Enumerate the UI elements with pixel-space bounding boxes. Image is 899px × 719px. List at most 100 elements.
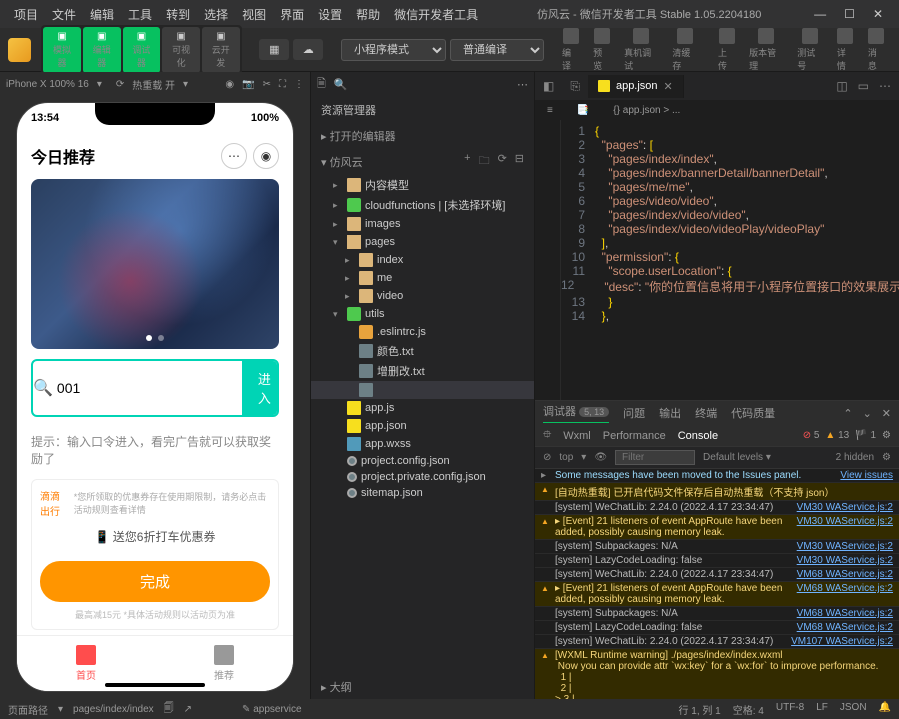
close-panel-icon[interactable]: ✕ [882, 407, 891, 420]
file-explorer: 🗎🔍⋯ 资源管理器 ▸ 打开的编辑器 ▾ 仿风云 +🗀⟳⊟ ▸内容模型▸clou… [310, 72, 535, 699]
new-file-icon[interactable]: + [464, 152, 470, 171]
promo-card: 滴滴出行 *您所领取的优惠券存在使用期限制，请务必点击活动规则查看详情 📱 送您… [31, 479, 279, 630]
code-input[interactable] [53, 361, 242, 415]
project-section[interactable]: ▾ 仿风云 +🗀⟳⊟ [311, 148, 534, 175]
subtab-Wxml[interactable]: Wxml [563, 430, 591, 442]
hot-reload-toggle[interactable]: 热重载 开 [132, 77, 175, 92]
menu-帮助[interactable]: 帮助 [350, 2, 386, 27]
more-icon[interactable]: ⋯ [221, 143, 247, 169]
file-project.private.config.json[interactable]: project.private.config.json [311, 469, 534, 485]
menu-设置[interactable]: 设置 [312, 2, 348, 27]
cloud-btn[interactable]: ☁ [293, 39, 323, 60]
refresh-icon[interactable]: ⟳ [498, 152, 507, 171]
action-清缓存[interactable]: 清缓存 [666, 26, 704, 74]
done-button[interactable]: 完成 [40, 561, 270, 602]
breadcrumb[interactable]: ≡📑 {} app.json > ... [535, 100, 899, 120]
chevron-up-icon[interactable]: ⌃ [843, 407, 852, 420]
file-[interactable] [311, 381, 534, 399]
mode-select[interactable]: 小程序模式 [341, 39, 446, 61]
file-index[interactable]: ▸index [311, 251, 534, 269]
right-版本管理[interactable]: 版本管理 [743, 26, 789, 74]
toolbar-调试器[interactable]: ▣调试器 [123, 27, 161, 73]
open-editors-section[interactable]: ▸ 打开的编辑器 [311, 124, 534, 148]
chevron-down-icon[interactable]: ⌄ [863, 407, 872, 420]
toolbar-编辑器[interactable]: ▣编辑器 [83, 27, 121, 73]
console-output[interactable]: Some messages have been moved to the Iss… [535, 469, 899, 699]
search-icon[interactable]: 🔍 [334, 78, 348, 91]
file-me[interactable]: ▸me [311, 269, 534, 287]
menu-视图[interactable]: 视图 [236, 2, 272, 27]
toolbar-模拟器[interactable]: ▣模拟器 [43, 27, 81, 73]
file-颜色.txt[interactable]: 颜色.txt [311, 341, 534, 361]
file-内容模型[interactable]: ▸内容模型 [311, 175, 534, 195]
right-测试号[interactable]: 测试号 [791, 26, 829, 74]
gear-icon[interactable]: ⚙ [882, 430, 891, 441]
grid-icon [214, 645, 234, 665]
console-tab-代码质量[interactable]: 代码质量 [731, 405, 775, 421]
subtab-Performance[interactable]: Performance [603, 430, 666, 442]
device-select[interactable]: iPhone X 100% 16 [6, 79, 89, 90]
tab-app-json[interactable]: app.json✕ [588, 75, 684, 98]
file-app.js[interactable]: app.js [311, 399, 534, 417]
menu-项目[interactable]: 项目 [8, 2, 44, 27]
file-sitemap.json[interactable]: sitemap.json [311, 485, 534, 501]
files-icon[interactable]: 🗎 [317, 75, 326, 94]
toolbar-可视化[interactable]: ▣可视化 [162, 27, 200, 73]
new-folder-icon[interactable]: 🗀 [479, 152, 490, 171]
right-消息[interactable]: 消息 [862, 26, 891, 74]
file-video[interactable]: ▸video [311, 287, 534, 305]
minimize-icon[interactable]: — [814, 7, 826, 21]
filter-input[interactable] [615, 450, 695, 465]
action-预览[interactable]: 预览 [587, 26, 616, 74]
menu-编辑[interactable]: 编辑 [84, 2, 120, 27]
action-真机调试[interactable]: 真机调试 [618, 26, 664, 74]
close-tab-icon[interactable]: ✕ [664, 80, 673, 93]
promo-brand: 滴滴出行 [40, 488, 70, 518]
console-tab-输出[interactable]: 输出 [659, 405, 681, 421]
maximize-icon[interactable]: ☐ [844, 7, 855, 21]
file-增删改.txt[interactable]: 增删改.txt [311, 361, 534, 381]
enter-button[interactable]: 进入 [242, 361, 279, 415]
menu-文件[interactable]: 文件 [46, 2, 82, 27]
file-app.wxss[interactable]: app.wxss [311, 435, 534, 453]
phone-notch [95, 103, 215, 125]
tab-debugger[interactable]: 调试器 5, 13 [543, 403, 609, 423]
split-icon[interactable]: ◫ [836, 79, 847, 93]
toolbar-云开发[interactable]: ▣云开发 [202, 27, 240, 73]
target-icon[interactable]: ◉ [253, 143, 279, 169]
main-toolbar: ▣模拟器▣编辑器▣调试器▣可视化▣云开发 ▦ ☁ 小程序模式 普通编译 编译预览… [0, 28, 899, 72]
subtab-Console[interactable]: Console [678, 430, 718, 442]
status-bar: 页面路径▾ pages/index/index 🗐↗ ✎ appservice … [0, 699, 899, 719]
console-tab-问题[interactable]: 问题 [623, 405, 645, 421]
outline-section[interactable]: ▸ 大纲 [311, 675, 534, 699]
menu-选择[interactable]: 选择 [198, 2, 234, 27]
console-tab-终端[interactable]: 终端 [695, 405, 717, 421]
banner-image[interactable] [31, 179, 279, 349]
close-icon[interactable]: ✕ [873, 7, 883, 21]
clear-icon[interactable]: ⊘ [543, 452, 551, 463]
file-utils[interactable]: ▾utils [311, 305, 534, 323]
file-.eslintrc.js[interactable]: .eslintrc.js [311, 323, 534, 341]
menu-界面[interactable]: 界面 [274, 2, 310, 27]
right-上传[interactable]: 上传 [712, 26, 741, 74]
file-project.config.json[interactable]: project.config.json [311, 453, 534, 469]
gear-icon[interactable]: ⚙ [882, 452, 891, 463]
menu-转到[interactable]: 转到 [160, 2, 196, 27]
file-cloudfunctions | [未选择环境][interactable]: ▸cloudfunctions | [未选择环境] [311, 195, 534, 215]
right-详情[interactable]: 详情 [831, 26, 860, 74]
menu-工具[interactable]: 工具 [122, 2, 158, 27]
code-editor[interactable]: 1{2 "pages": [3 "pages/index/index",4 "p… [561, 120, 899, 400]
page-path[interactable]: pages/index/index [73, 704, 154, 715]
file-images[interactable]: ▸images [311, 215, 534, 233]
file-pages[interactable]: ▾pages [311, 233, 534, 251]
console-row: [WXML Runtime warning] ./pages/index/ind… [535, 649, 899, 699]
menu-微信开发者工具[interactable]: 微信开发者工具 [388, 2, 484, 27]
compile-select[interactable]: 普通编译 [450, 39, 544, 61]
layout-btn[interactable]: ▦ [259, 39, 289, 60]
sidebar-toggle-icon[interactable]: ◧ [535, 79, 562, 93]
file-app.json[interactable]: app.json [311, 417, 534, 435]
collapse-icon[interactable]: ⊟ [515, 152, 524, 171]
phone-simulator: 13:54100% 今日推荐 ⋯ ◉ 🔍 进入 提示：输入口令进入，看完广告就可… [16, 102, 294, 692]
inspect-icon[interactable]: ⯐ [543, 426, 551, 445]
action-编译[interactable]: 编译 [556, 26, 585, 74]
